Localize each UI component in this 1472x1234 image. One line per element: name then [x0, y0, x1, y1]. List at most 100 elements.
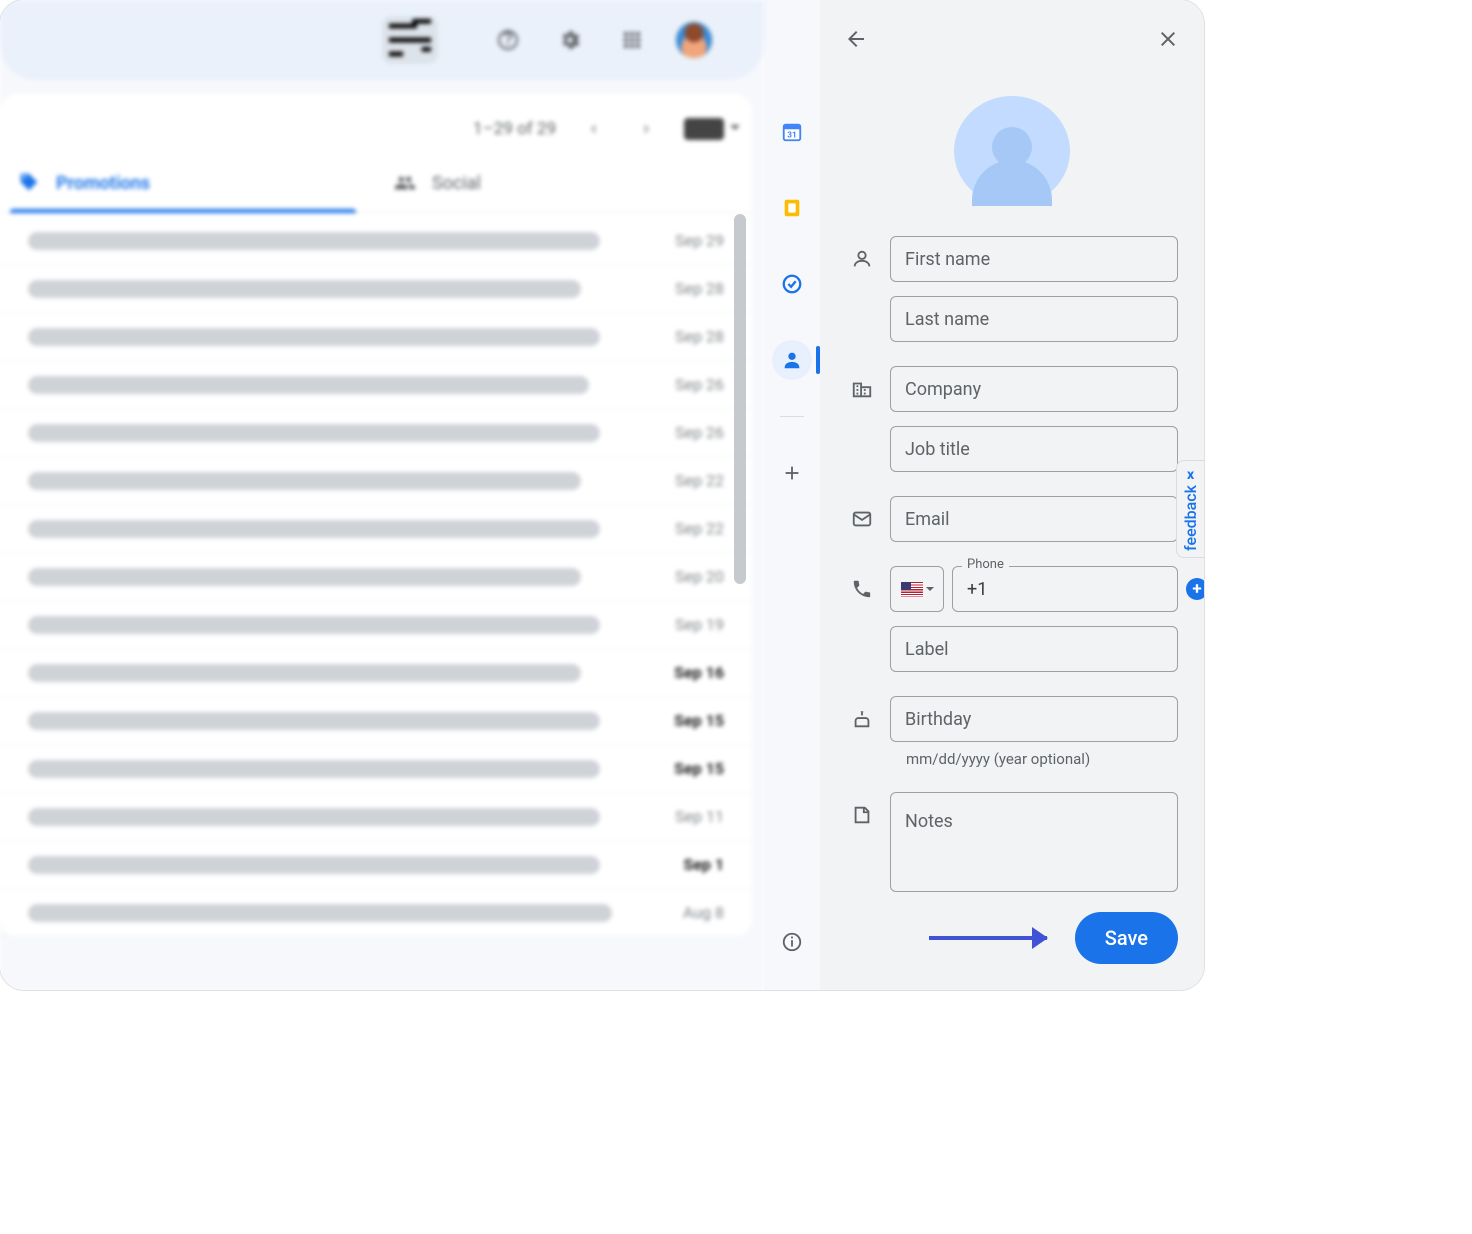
pager-next[interactable]	[630, 112, 664, 146]
company-field[interactable]	[890, 366, 1178, 412]
person-icon	[846, 236, 878, 282]
message-row[interactable]: Sep 22	[0, 505, 752, 553]
phone-label-field[interactable]	[890, 626, 1178, 672]
back-button[interactable]	[836, 19, 876, 59]
message-row[interactable]: Sep 15	[0, 745, 752, 793]
message-date: Sep 22	[655, 471, 724, 490]
settings-button[interactable]	[550, 20, 590, 60]
birthday-field[interactable]	[890, 696, 1178, 742]
search-filter-button[interactable]	[382, 16, 438, 64]
email-field[interactable]	[890, 496, 1178, 542]
help-icon	[496, 28, 520, 52]
tag-icon	[18, 172, 40, 194]
message-row[interactable]: Sep 26	[0, 409, 752, 457]
message-preview-bar	[28, 712, 600, 730]
message-row[interactable]: Sep 29	[0, 217, 752, 265]
message-date: Sep 19	[655, 615, 724, 634]
message-row[interactable]: Sep 28	[0, 313, 752, 361]
rail-separator	[780, 416, 804, 417]
close-button[interactable]	[1148, 19, 1188, 59]
add-phone-button[interactable]: +	[1186, 578, 1204, 600]
contact-panel: Phone + mm/dd/yyyy (year optional) Save	[820, 0, 1204, 990]
message-date: Sep 28	[655, 279, 724, 298]
feedback-button[interactable]: feedback	[1181, 485, 1200, 551]
panel-body: Phone + mm/dd/yyyy (year optional)	[820, 78, 1204, 892]
feedback-tab: x feedback	[1176, 460, 1204, 558]
inbox-pane: 1–29 of 29 Promotions Social Sep 29 Sep 2…	[0, 0, 764, 990]
message-preview-bar	[28, 424, 600, 442]
email-icon	[846, 496, 878, 542]
tab-promotions[interactable]: Promotions	[0, 154, 376, 212]
job-title-field[interactable]	[890, 426, 1178, 472]
tab-social[interactable]: Social	[376, 154, 752, 212]
pager-prev[interactable]	[576, 112, 610, 146]
message-preview-bar	[28, 232, 600, 250]
message-row[interactable]: Sep 28	[0, 265, 752, 313]
last-name-field[interactable]	[890, 296, 1178, 342]
company-icon	[846, 366, 878, 412]
birthday-icon	[846, 696, 878, 742]
save-button[interactable]: Save	[1075, 912, 1178, 964]
message-row[interactable]: Sep 19	[0, 601, 752, 649]
keep-icon	[781, 197, 803, 219]
account-avatar[interactable]	[674, 20, 714, 60]
contacts-icon	[781, 349, 803, 371]
tasks-icon	[781, 273, 803, 295]
message-list: Sep 29Sep 28Sep 28Sep 26Sep 26Sep 22Sep …	[0, 213, 752, 937]
rail-info[interactable]	[772, 922, 812, 962]
close-icon	[1156, 27, 1180, 51]
message-preview-bar	[28, 856, 600, 874]
message-preview-bar	[28, 616, 600, 634]
message-preview-bar	[28, 568, 581, 586]
rail-keep[interactable]	[772, 188, 812, 228]
calendar-icon: 31	[781, 121, 803, 143]
message-date: Sep 16	[654, 663, 724, 682]
first-name-field[interactable]	[890, 236, 1178, 282]
country-code-select[interactable]	[890, 566, 944, 612]
arrow-back-icon	[844, 27, 868, 51]
scrollbar-thumb[interactable]	[734, 214, 746, 584]
tune-icon	[382, 12, 438, 68]
inbox-card: 1–29 of 29 Promotions Social Sep 29 Sep 2…	[0, 94, 752, 937]
message-date: Sep 29	[655, 231, 724, 250]
phone-field[interactable]	[952, 566, 1178, 612]
info-icon	[781, 931, 803, 953]
rail-calendar[interactable]: 31	[772, 112, 812, 152]
contact-form: Phone + mm/dd/yyyy (year optional)	[846, 236, 1178, 892]
message-preview-bar	[28, 520, 600, 538]
apps-button[interactable]	[612, 20, 652, 60]
rail-add[interactable]	[772, 453, 812, 493]
apps-icon	[620, 28, 644, 52]
contact-photo-placeholder[interactable]	[954, 96, 1070, 206]
pager-text: 1–29 of 29	[473, 119, 556, 139]
message-row[interactable]: Sep 11	[0, 793, 752, 841]
message-date: Sep 15	[654, 711, 724, 730]
gear-icon	[558, 28, 582, 52]
notes-field[interactable]	[890, 792, 1178, 892]
message-row[interactable]: Sep 20	[0, 553, 752, 601]
input-mode-dropdown[interactable]	[684, 118, 724, 140]
message-date: Sep 1	[663, 855, 724, 874]
message-date: Aug 8	[663, 903, 724, 922]
tutorial-arrow	[929, 933, 1059, 943]
message-preview-bar	[28, 328, 600, 346]
message-row[interactable]: Aug 8	[0, 889, 752, 937]
message-row[interactable]: Sep 26	[0, 361, 752, 409]
feedback-close[interactable]: x	[1187, 467, 1194, 483]
side-panel-rail: 31	[764, 0, 820, 990]
people-icon	[394, 172, 416, 194]
message-date: Sep 11	[655, 807, 724, 826]
message-row[interactable]: Sep 1	[0, 841, 752, 889]
message-preview-bar	[28, 472, 581, 490]
message-row[interactable]: Sep 16	[0, 649, 752, 697]
phone-label: Phone	[962, 557, 1009, 572]
notes-icon	[846, 804, 878, 826]
message-preview-bar	[28, 808, 600, 826]
rail-tasks[interactable]	[772, 264, 812, 304]
message-row[interactable]: Sep 15	[0, 697, 752, 745]
category-tabs: Promotions Social	[0, 154, 752, 213]
message-row[interactable]: Sep 22	[0, 457, 752, 505]
birthday-hint: mm/dd/yyyy (year optional)	[906, 750, 1178, 768]
help-button[interactable]	[488, 20, 528, 60]
rail-contacts[interactable]	[772, 340, 812, 380]
